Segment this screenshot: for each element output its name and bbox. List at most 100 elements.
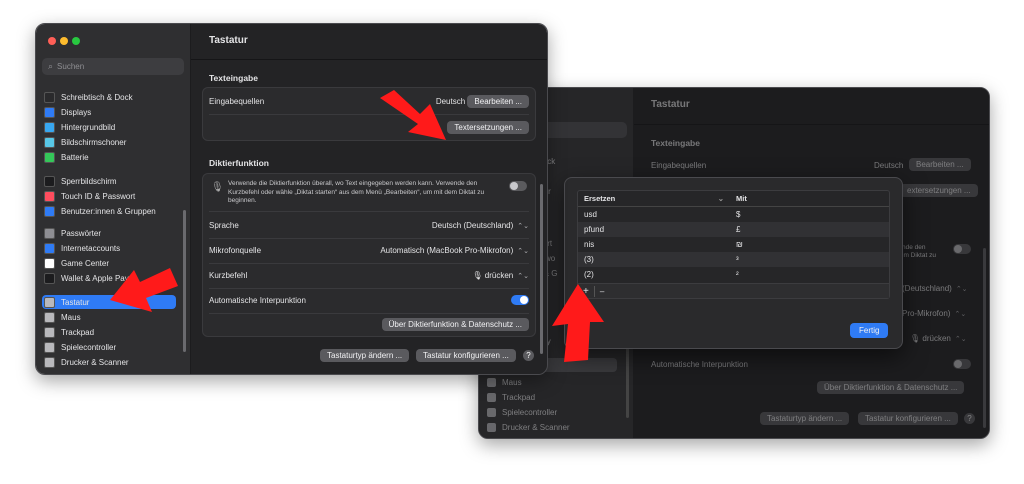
trackpad-icon	[487, 392, 496, 402]
close-button[interactable]	[48, 37, 56, 45]
zoom-button[interactable]	[72, 37, 80, 45]
back-datenschutz-button[interactable]: Über Diktierfunktion & Datenschutz ...	[817, 381, 965, 394]
sidebar-item-spielecontroller[interactable]: Spielecontroller	[44, 340, 116, 354]
sidebar-item-label: Tastatur	[61, 297, 90, 307]
interpunktion-row: Automatische Interpunktion	[209, 288, 529, 312]
settings-pane-icon	[44, 311, 55, 323]
sidebar-item-label: Batterie	[61, 152, 89, 162]
replace-cell: pfund	[578, 222, 730, 237]
sidebar-item-schreibtisch-dock[interactable]: Schreibtisch & Dock	[44, 90, 133, 104]
settings-pane-icon	[44, 296, 55, 308]
main-scrollbar[interactable]	[540, 184, 543, 354]
back-window-title: Tastatur	[651, 99, 690, 110]
diktier-toggle[interactable]	[509, 181, 527, 191]
textersetzungen-button[interactable]: Textersetzungen ...	[447, 120, 529, 134]
mikrofonquelle-row: Mikrofonquelle Automatisch (MacBook Pro-…	[209, 238, 529, 262]
search-icon: ⌕	[48, 61, 54, 71]
sidebar-item-benutzer-innen-gruppen[interactable]: Benutzer:innen & Gruppen	[44, 204, 156, 218]
back-textersetzungen-button[interactable]: extersetzungen ...	[900, 184, 978, 197]
texteingabe-heading: Texteingabe	[209, 73, 258, 83]
datenschutz-row: Über Diktierfunktion & Datenschutz ...	[209, 312, 529, 336]
sidebar-item-bildschirmschoner[interactable]: Bildschirmschoner	[44, 135, 126, 149]
table-footer: + –	[578, 283, 889, 298]
back-sidebar-item-trackpad[interactable]: Trackpad	[487, 390, 535, 404]
mouse-icon	[487, 377, 496, 387]
tastatur-konfigurieren-button[interactable]: Tastatur konfigurieren ...	[416, 349, 516, 362]
sidebar-item-batterie[interactable]: Batterie	[44, 150, 89, 164]
minimize-button[interactable]	[60, 37, 68, 45]
table-row[interactable]: (2) ²	[578, 267, 889, 282]
tastaturtyp-button[interactable]: Tastaturtyp ändern ...	[320, 349, 410, 362]
back-sidebar-item-maus[interactable]: Maus	[487, 375, 522, 389]
back-mikrofon-value[interactable]: Pro-Mikrofon) ⌃⌄	[902, 309, 966, 318]
search-placeholder: Suchen	[57, 62, 85, 71]
table-row[interactable]: (3) ³	[578, 252, 889, 267]
back-eingabequellen-label: Eingabequellen	[651, 161, 707, 170]
textersetzungen-row: Textersetzungen ...	[209, 115, 529, 139]
replace-cell: (3)	[578, 252, 730, 267]
column-header-with[interactable]: Mit	[730, 191, 889, 207]
mikrofonquelle-label: Mikrofonquelle	[209, 245, 262, 255]
help-button[interactable]: ?	[523, 350, 534, 361]
bearbeiten-button[interactable]: Bearbeiten ...	[467, 94, 529, 108]
sidebar-item-maus[interactable]: Maus	[44, 310, 81, 324]
replacements-table: Ersetzen ⌄ Mit usd $ pfund £ nis ₪ (3) ³ (2) ²…	[577, 190, 890, 299]
back-sidebar-item-spielecontroller[interactable]: Spielecontroller	[487, 405, 557, 419]
sprache-popup[interactable]: Deutsch (Deutschland) ⌃⌄	[432, 221, 529, 230]
datenschutz-button[interactable]: Über Diktierfunktion & Datenschutz ...	[381, 317, 529, 331]
sidebar-item-label: Sperrbildschirm	[61, 176, 117, 186]
sidebar-item-label: Displays	[61, 107, 92, 117]
sidebar-item-drucker-scanner[interactable]: Drucker & Scanner	[44, 355, 129, 369]
sidebar-item-passwörter[interactable]: Passwörter	[44, 226, 101, 240]
front-settings-window: ⌕ Suchen Schreibtisch & Dock Displays Hint…	[35, 23, 548, 375]
sidebar-item-internetaccounts[interactable]: Internetaccounts	[44, 241, 120, 255]
sidebar-item-label: Touch ID & Passwort	[61, 191, 136, 201]
back-interpunktion-toggle[interactable]	[953, 359, 971, 369]
sidebar-scrollbar[interactable]	[183, 210, 186, 352]
done-button[interactable]: Fertig	[850, 323, 889, 338]
settings-pane-icon	[44, 151, 55, 163]
microphone-icon: 🎙	[472, 270, 483, 280]
table-row[interactable]: pfund £	[578, 222, 889, 237]
back-tastaturtyp-button[interactable]: Tastaturtyp ändern ...	[760, 412, 850, 425]
table-row[interactable]: usd $	[578, 207, 889, 223]
replace-cell: usd	[584, 210, 597, 219]
back-kurzbefehl-value[interactable]: 🎙 drücken ⌃⌄	[910, 334, 967, 343]
sidebar-item-game-center[interactable]: Game Center	[44, 256, 109, 270]
settings-pane-icon	[44, 205, 55, 217]
with-cell: ₪	[736, 240, 743, 249]
back-konfigurieren-button[interactable]: Tastatur konfigurieren ...	[858, 412, 958, 425]
kurzbefehl-row: Kurzbefehl 🎙 drücken ⌃⌄	[209, 263, 529, 287]
kurzbefehl-popup[interactable]: 🎙 drücken ⌃⌄	[472, 271, 529, 280]
back-bearbeiten-button[interactable]: Bearbeiten ...	[909, 158, 971, 171]
chevron-updown-icon: ⌃⌄	[954, 336, 967, 343]
settings-pane-icon	[44, 257, 55, 269]
printer-icon	[487, 422, 496, 432]
column-header-replace[interactable]: Ersetzen ⌄	[578, 191, 730, 207]
settings-pane-icon	[44, 356, 55, 368]
back-main-scrollbar[interactable]	[983, 248, 986, 428]
sidebar-item-touch-id-passwort[interactable]: Touch ID & Passwort	[44, 189, 135, 203]
settings-pane-icon	[44, 272, 55, 284]
interpunktion-toggle[interactable]	[511, 295, 529, 305]
back-sprache-value[interactable]: (Deutschland) ⌃⌄	[902, 284, 968, 293]
chevron-updown-icon: ⌃⌄	[955, 286, 968, 293]
back-search-field[interactable]	[539, 122, 627, 138]
sidebar-item-label: Internetaccounts	[61, 243, 121, 253]
mikrofonquelle-popup[interactable]: Automatisch (MacBook Pro-Mikrofon) ⌃⌄	[380, 246, 529, 255]
back-help-button[interactable]: ?	[964, 413, 975, 424]
sidebar-item-displays[interactable]: Displays	[44, 105, 91, 119]
with-cell: ²	[736, 270, 739, 279]
search-input[interactable]: ⌕ Suchen	[42, 58, 184, 75]
replace-cell: (2)	[584, 270, 594, 279]
sort-chevron-icon: ⌄	[717, 194, 724, 203]
back-eingabequellen-value: Deutsch	[874, 161, 904, 170]
sidebar-item-label: Drucker & Scanner	[61, 357, 129, 367]
sidebar-item-hintergrundbild[interactable]: Hintergrundbild	[44, 120, 115, 134]
sidebar-item-trackpad[interactable]: Trackpad	[44, 325, 94, 339]
back-sidebar-item-drucker[interactable]: Drucker & Scanner	[487, 420, 570, 434]
table-row[interactable]: nis ₪	[578, 237, 889, 252]
sidebar-item-label: Schreibtisch & Dock	[61, 92, 133, 102]
sidebar-item-sperrbildschirm[interactable]: Sperrbildschirm	[44, 174, 117, 188]
back-diktier-toggle[interactable]	[953, 244, 971, 254]
